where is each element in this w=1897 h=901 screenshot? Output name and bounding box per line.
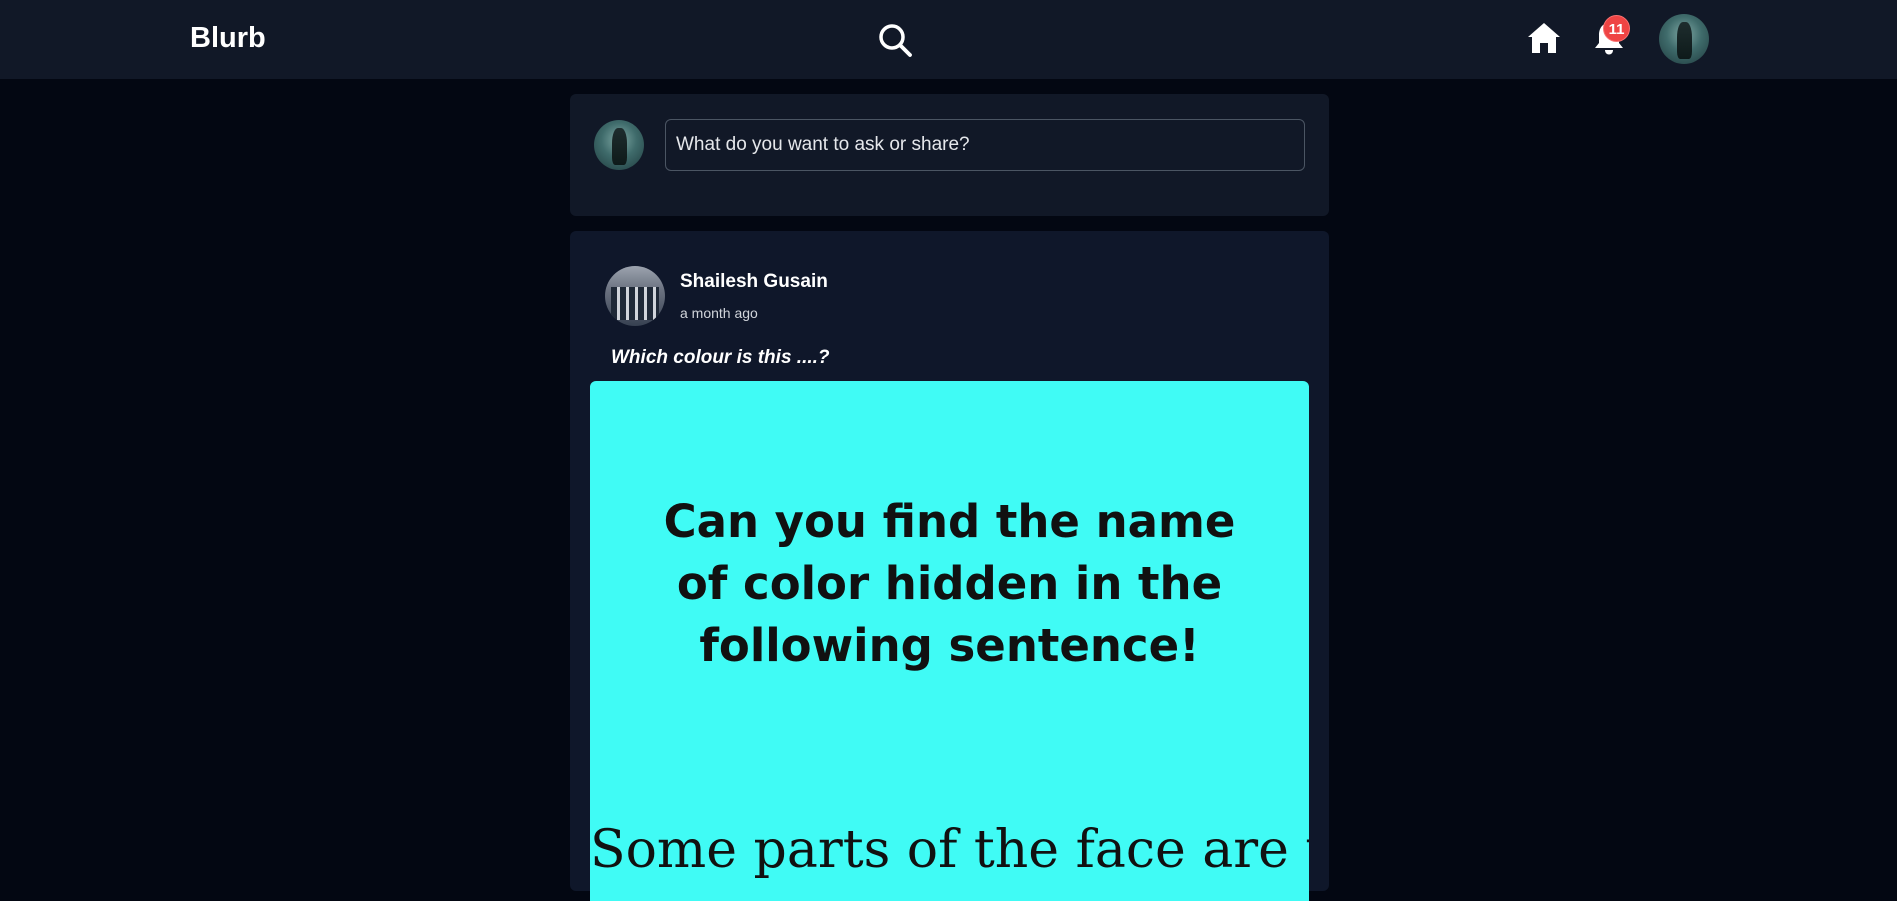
search-icon[interactable] xyxy=(877,22,913,58)
post-composer xyxy=(570,94,1329,216)
image-text-line: following sentence! xyxy=(699,619,1200,672)
author-avatar[interactable] xyxy=(605,266,665,326)
notification-badge: 11 xyxy=(1603,15,1630,42)
home-icon[interactable] xyxy=(1526,20,1562,56)
app-logo[interactable]: Blurb xyxy=(190,22,266,55)
image-text-line: Some parts of the face are the xyxy=(590,820,1309,880)
composer-avatar xyxy=(594,120,644,170)
post-text: Which colour is this ....? xyxy=(611,347,830,368)
image-text-line: of color hidden in the xyxy=(676,557,1223,610)
profile-avatar[interactable] xyxy=(1659,14,1709,64)
post-image[interactable]: Can you find the name of color hidden in… xyxy=(590,381,1309,901)
feed-post: Shailesh Gusain a month ago Which colour… xyxy=(570,231,1329,901)
image-text-line: Can you find the name xyxy=(663,495,1236,548)
ask-share-input[interactable] xyxy=(665,119,1305,171)
post-timestamp: a month ago xyxy=(680,305,758,321)
top-navbar: Blurb 11 xyxy=(0,0,1897,79)
post-author-name[interactable]: Shailesh Gusain xyxy=(680,271,828,293)
